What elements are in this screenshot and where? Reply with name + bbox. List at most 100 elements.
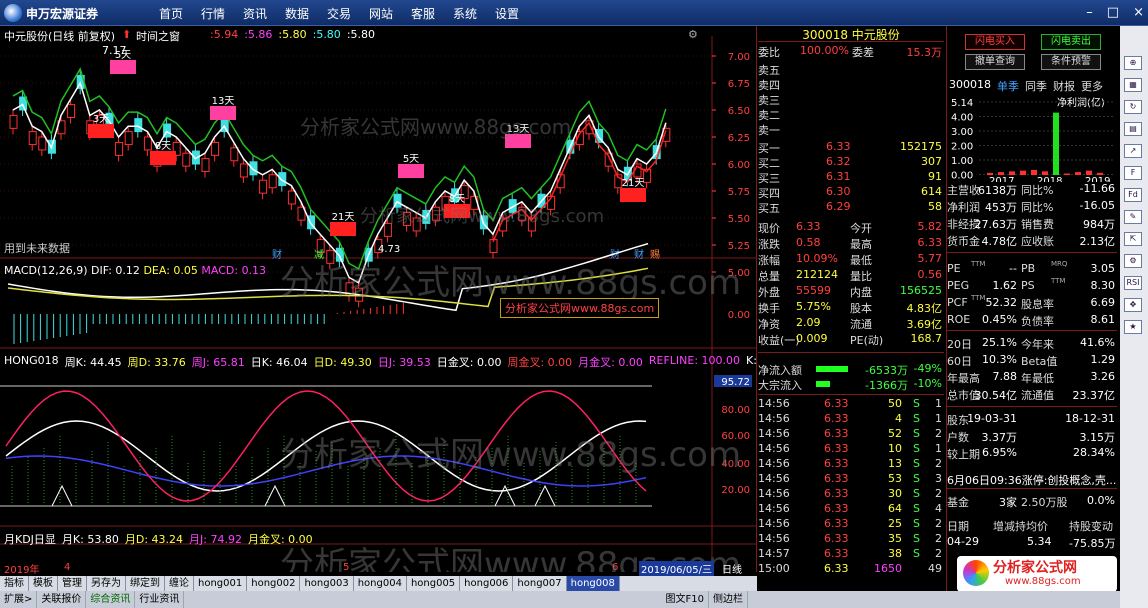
- flash-sell-button[interactable]: 闪电卖出: [1041, 34, 1101, 50]
- period-label[interactable]: 日线: [722, 561, 742, 576]
- quote-cell: 最高: [850, 238, 872, 251]
- divider: [758, 352, 944, 353]
- menu-item-2[interactable]: 资讯: [234, 5, 276, 22]
- quote-cell: 13: [888, 457, 902, 470]
- header-value: :5.80: [278, 28, 307, 41]
- quote-row: 15:00 6.33 1650 49: [758, 562, 944, 577]
- close-icon[interactable]: ×: [1133, 5, 1144, 20]
- fin-cell: 同比%: [1021, 201, 1054, 214]
- indicator-tab-1[interactable]: 模板: [29, 576, 58, 591]
- fin-cell: 41.6%: [1080, 336, 1115, 349]
- minimize-icon[interactable]: –: [1086, 5, 1093, 20]
- menu-item-3[interactable]: 数据: [276, 5, 318, 22]
- move-icon[interactable]: ✥: [1124, 298, 1142, 312]
- condition-alert-button[interactable]: 条件预警: [1041, 54, 1101, 70]
- quote-cell: 2: [935, 457, 942, 470]
- kline-chart-area[interactable]: 7.00 6.75 6.50 6.25 6.00 5.75 5.50 5.25 5.00 5天 3天…: [0, 26, 767, 576]
- fin-cell: 股东: [947, 414, 969, 427]
- info-tab-0[interactable]: 扩展>: [0, 591, 38, 608]
- side-tab-0[interactable]: 图文F10: [662, 591, 709, 608]
- indicator-tab-5[interactable]: 缠论: [165, 576, 194, 591]
- fin-row: PCF 52.32 股息率 6.69 TTM: [947, 294, 1117, 311]
- trend-icon[interactable]: ↗: [1124, 144, 1142, 158]
- star-icon[interactable]: ★: [1124, 320, 1142, 334]
- flash-buy-button[interactable]: 闪电买入: [965, 34, 1025, 50]
- menu-item-0[interactable]: 首页: [150, 5, 192, 22]
- holder-header: 日期 增减持均价 持股变动: [947, 518, 1117, 533]
- cancel-query-button[interactable]: 撤单查询: [965, 54, 1025, 70]
- maximize-icon[interactable]: □: [1107, 5, 1119, 20]
- quote-cell: 6.33: [824, 547, 849, 560]
- settings-gear-icon[interactable]: ⚙: [688, 28, 698, 41]
- candle-body: [201, 158, 210, 173]
- menu-item-4[interactable]: 交易: [318, 5, 360, 22]
- news-line[interactable]: 6月06日09:36涨停:创投概念,壳...: [947, 472, 1117, 488]
- holder-header-cell: 持股变动: [1069, 520, 1113, 533]
- indicator-tab-8[interactable]: hong003: [300, 576, 354, 591]
- quote-cell: 今开: [850, 222, 872, 235]
- indicator-tab-11[interactable]: hong006: [460, 576, 514, 591]
- brand-flower-icon: [963, 560, 989, 586]
- fin-cell: 27.63万: [974, 218, 1018, 231]
- chart-icon[interactable]: ▤: [1124, 122, 1142, 136]
- fin-cell: 同比%: [1021, 184, 1054, 197]
- grid-icon[interactable]: ▦: [1124, 78, 1142, 92]
- info-tab-3[interactable]: 行业资讯: [135, 591, 185, 608]
- indicator-tab-3[interactable]: 另存为: [87, 576, 126, 591]
- fin-cell: 1.29: [1090, 353, 1116, 366]
- menu-item-1[interactable]: 行情: [192, 5, 234, 22]
- quote-cell: 6.33: [824, 532, 849, 545]
- indicator-tab-12[interactable]: hong007: [513, 576, 567, 591]
- quote-cell: 最低: [850, 254, 872, 267]
- quote-cell: 现价: [758, 222, 780, 235]
- quote-cell: 1: [935, 397, 942, 410]
- quote-cell: 152175: [900, 140, 942, 153]
- cog-icon[interactable]: ⚙: [1124, 254, 1142, 268]
- menu-item-6[interactable]: 客服: [402, 5, 444, 22]
- info-tab-1[interactable]: 关联报价: [37, 591, 87, 608]
- quote-cell: 2: [935, 487, 942, 500]
- day-label-text: 8天: [449, 194, 465, 205]
- fin-cell: -16.05: [1079, 199, 1115, 212]
- quote-cell: 3.69亿: [906, 318, 943, 331]
- quote-cell: S: [913, 517, 920, 530]
- indicator-tab-7[interactable]: hong002: [247, 576, 301, 591]
- quote-cell: S: [913, 442, 920, 455]
- fin-cell: 3.26: [1090, 370, 1116, 383]
- high-note: 7.17: [102, 44, 127, 57]
- refresh-icon[interactable]: ↻: [1124, 100, 1142, 114]
- quote-cell: 5.82: [917, 220, 943, 233]
- indicator-tab-6[interactable]: hong001: [194, 576, 248, 591]
- pen-icon[interactable]: ✎: [1124, 210, 1142, 224]
- side-tab-1[interactable]: 侧边栏: [709, 591, 748, 608]
- indicator-tab-0[interactable]: 指标: [0, 576, 29, 591]
- indicator-tab-9[interactable]: hong004: [354, 576, 407, 591]
- f-icon[interactable]: F: [1124, 166, 1142, 180]
- menu-item-7[interactable]: 系统: [444, 5, 486, 22]
- indicator-tab-10[interactable]: hong005: [407, 576, 461, 591]
- header-value: :5.80: [346, 28, 376, 41]
- indicator-tab-2[interactable]: 管理: [58, 576, 87, 591]
- quote-cell: 6.33: [824, 502, 849, 515]
- ext-icon[interactable]: ⇱: [1124, 232, 1142, 246]
- time-window-arrow-icon: ⬆: [122, 28, 132, 41]
- profit-bar: [987, 172, 993, 175]
- flow-bar: [816, 381, 830, 387]
- menu-item-5[interactable]: 网站: [360, 5, 402, 22]
- quote-cell: 614: [921, 185, 942, 198]
- fin-cell: 3.05: [1090, 262, 1116, 275]
- info-tab-2[interactable]: 综合资讯: [86, 591, 136, 608]
- fd-icon[interactable]: Fd: [1124, 188, 1142, 202]
- quote-row: 委比 100.00% 委差 15.3万: [758, 44, 944, 59]
- fin-cell: 7.88: [992, 370, 1018, 383]
- indicator-tab-13[interactable]: hong008: [566, 576, 620, 591]
- quote-row: 卖三: [758, 92, 944, 107]
- menu-item-8[interactable]: 设置: [486, 5, 528, 22]
- rsi-icon[interactable]: RSI: [1124, 276, 1142, 290]
- kdj-item: 月金叉: 0.00: [247, 533, 313, 546]
- quote-row: 净流入额 -6533万 -49%: [758, 362, 944, 377]
- zoom-icon[interactable]: ⊕: [1124, 56, 1142, 70]
- header-values: :5.94:5.86:5.80:5.80:5.80: [210, 28, 375, 41]
- indicator-tab-4[interactable]: 绑定到: [126, 576, 165, 591]
- profit-bar: [1020, 170, 1026, 175]
